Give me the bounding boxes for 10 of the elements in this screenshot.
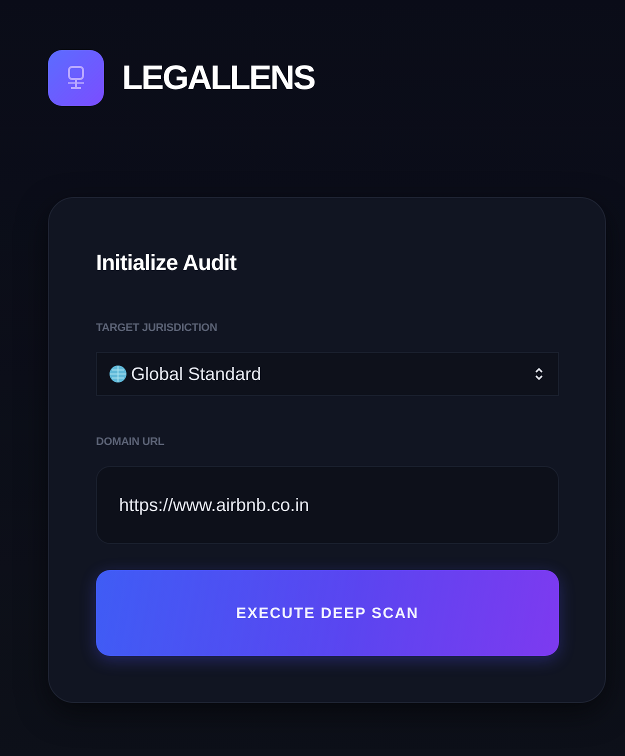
globe-icon [109, 365, 127, 383]
chevron-icon [534, 367, 544, 381]
scan-button[interactable]: EXECUTE DEEP SCAN [96, 570, 559, 656]
field-label: TARGET JURISDICTION [96, 322, 218, 334]
card-title: Initialize Audit [96, 250, 238, 276]
logo-icon [48, 50, 104, 106]
brand-name: LEGALLENS [122, 58, 314, 98]
domain-input[interactable]: https://www.airbnb.co.in [96, 466, 559, 544]
jurisdiction-select[interactable]: Global Standard [96, 352, 559, 396]
field-label: DOMAIN URL [96, 436, 166, 448]
